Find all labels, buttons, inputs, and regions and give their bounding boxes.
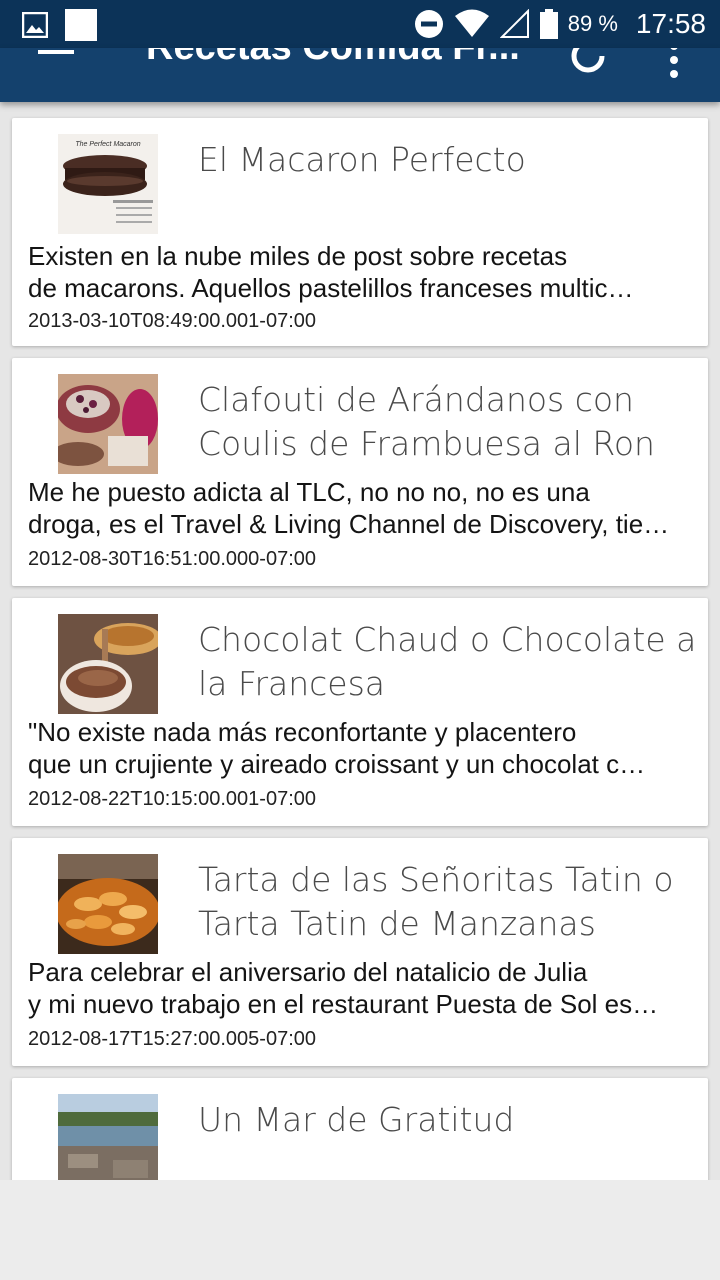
post-title: Clafouti de Arándanos con Coulis de Fram… <box>198 380 655 463</box>
do-not-disturb-icon <box>414 10 443 38</box>
post-title: Un Mar de Gratitud <box>198 1100 515 1139</box>
battery-percentage: 89 % <box>567 11 618 36</box>
post-title: Chocolat Chaud o Chocolate a la Francesa <box>198 620 697 703</box>
sea-thumbnail <box>58 1094 158 1180</box>
post-card[interactable]: Clafouti de Arándanos con Coulis de Fram… <box>12 358 708 586</box>
cell-signal-icon <box>499 9 529 38</box>
post-card[interactable]: Un Mar de Gratitud <box>12 1078 708 1180</box>
post-excerpt-line1: Existen en la nube miles de post sobre r… <box>28 241 568 271</box>
post-excerpt-line2: que un crujiente y aireado croissant y u… <box>28 749 646 779</box>
post-title: El Macaron Perfecto <box>198 140 526 179</box>
post-excerpt-line1: Para celebrar el aniversario del natalic… <box>28 957 588 987</box>
post-excerpt: "No existe nada más reconfortante y plac… <box>28 716 688 780</box>
refresh-icon[interactable] <box>566 48 610 78</box>
tarta-tatin-thumbnail <box>58 854 158 954</box>
app-bar: Recetas Comida Fr... <box>0 48 720 102</box>
macaron-thumbnail: The Perfect Macaron <box>58 134 158 234</box>
clock: 17:58 <box>635 8 706 39</box>
image-notification-icon <box>22 12 48 38</box>
menu-icon[interactable] <box>38 50 74 58</box>
thumbnail-caption: The Perfect Macaron <box>75 141 140 148</box>
post-date: 2012-08-30T16:51:00.000-07:00 <box>28 548 317 570</box>
app-title: Recetas Comida Fr... <box>146 48 520 69</box>
post-excerpt-line2: y mi nuevo trabajo en el restaurant Pues… <box>28 989 659 1019</box>
post-title: Tarta de las Señoritas Tatin o Tarta Tat… <box>198 860 674 943</box>
post-excerpt-line1: "No existe nada más reconfortante y plac… <box>28 717 577 747</box>
wifi-icon <box>454 9 489 37</box>
post-date: 2013-03-10T08:49:00.001-07:00 <box>28 310 317 332</box>
post-excerpt: Existen en la nube miles de post sobre r… <box>28 240 688 304</box>
bottom-area <box>0 1180 720 1280</box>
battery-icon <box>539 9 558 39</box>
post-card[interactable]: Chocolat Chaud o Chocolate a la Francesa… <box>12 598 708 826</box>
clafouti-thumbnail <box>58 374 158 474</box>
status-bar: 89 % 17:58 <box>0 0 720 48</box>
post-excerpt-line2: de macarons. Aquellos pastelillos france… <box>28 273 634 303</box>
post-date: 2012-08-22T10:15:00.001-07:00 <box>28 788 317 810</box>
post-list[interactable]: The Perfect Macaron El Macaron Perfecto … <box>0 102 720 1180</box>
post-date: 2012-08-17T15:27:00.005-07:00 <box>28 1028 317 1050</box>
app-notification-icon <box>65 9 97 41</box>
post-excerpt: Me he puesto adicta al TLC, no no no, no… <box>28 476 688 540</box>
chocolat-thumbnail <box>58 614 158 714</box>
post-card[interactable]: Tarta de las Señoritas Tatin o Tarta Tat… <box>12 838 708 1066</box>
overflow-menu-icon[interactable] <box>670 48 678 84</box>
post-excerpt: Para celebrar el aniversario del natalic… <box>28 956 688 1020</box>
post-card[interactable]: The Perfect Macaron El Macaron Perfecto … <box>12 118 708 346</box>
post-excerpt-line1: Me he puesto adicta al TLC, no no no, no… <box>28 477 590 507</box>
post-excerpt-line2: droga, es el Travel & Living Channel de … <box>28 509 670 539</box>
